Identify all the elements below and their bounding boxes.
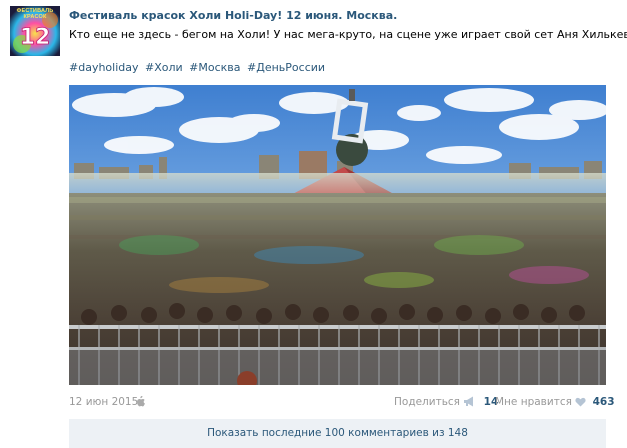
post-hashtags: #dayholiday #Холи #Москва #ДеньРоссии [69,61,328,74]
svg-text:12: 12 [20,25,51,50]
post-meta: 12 июн 2015 Поделиться 14 Мне нравится 4… [69,396,615,410]
apple-icon [137,396,145,407]
share-label: Поделиться [394,396,460,408]
group-avatar[interactable]: 12 ФЕСТИВАЛЬ КРАСОК [10,6,60,56]
share-button[interactable]: Поделиться 14 [394,396,498,408]
avatar-logo-text: ФЕСТИВАЛЬ КРАСОК [16,8,54,20]
like-label: Мне нравится [495,396,572,408]
like-count: 463 [592,396,615,408]
hashtag-link[interactable]: #Холи [145,61,183,74]
heart-icon [575,397,586,407]
post-text: Кто еще не здесь - бегом на Холи! У нас … [69,28,627,41]
post-date-link[interactable]: 12 июн 2015 [69,396,138,408]
hashtag-link[interactable]: #Москва [189,61,240,74]
hashtag-link[interactable]: #dayholiday [69,61,139,74]
megaphone-icon [464,396,474,407]
post-photo[interactable] [69,85,606,385]
wall-post: 12 ФЕСТИВАЛЬ КРАСОК Фестиваль красок Хол… [0,0,627,448]
hashtag-link[interactable]: #ДеньРоссии [247,61,325,74]
post-author-link[interactable]: Фестиваль красок Холи Holi-Day! 12 июня.… [69,9,397,22]
show-comments-button[interactable]: Показать последние 100 комментариев из 1… [69,419,606,448]
festival-crowd-image [69,85,606,385]
like-button[interactable]: Мне нравится 463 [495,396,615,408]
